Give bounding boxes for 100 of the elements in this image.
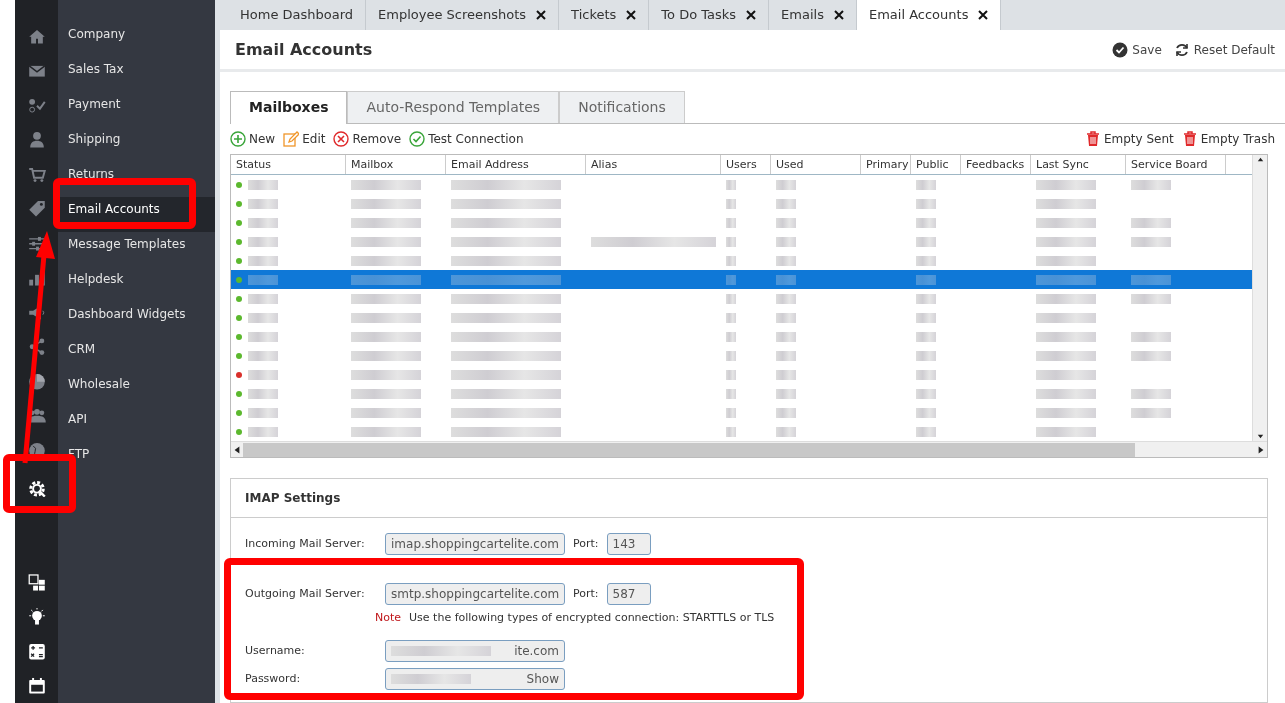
blurred-text xyxy=(248,293,278,304)
input-field[interactable]: 587 xyxy=(606,583,651,605)
blurred-text xyxy=(916,217,936,228)
blurred-text xyxy=(1036,274,1096,285)
sidebar-item[interactable]: Message Templates xyxy=(58,232,215,267)
blurred-text xyxy=(776,369,796,380)
sidebar-item[interactable]: Sales Tax xyxy=(58,57,215,92)
share-icon[interactable] xyxy=(27,338,46,356)
blurred-text xyxy=(351,236,421,247)
remove-button[interactable]: Remove xyxy=(333,130,402,148)
save-button[interactable]: Save xyxy=(1112,40,1162,59)
sliders-icon[interactable] xyxy=(27,234,46,252)
column-header[interactable]: Mailbox xyxy=(346,155,446,174)
column-header[interactable]: Feedbacks xyxy=(961,155,1031,174)
close-icon[interactable] xyxy=(626,10,637,20)
refresh-icon xyxy=(1173,41,1190,58)
column-header[interactable]: Service Board xyxy=(1126,155,1226,174)
column-header[interactable]: Last Sync xyxy=(1031,155,1126,174)
cart-icon[interactable] xyxy=(27,165,46,183)
blurred-text xyxy=(1036,407,1096,418)
tab[interactable]: Mailboxes xyxy=(230,91,348,124)
blurred-text xyxy=(351,312,421,323)
edit-button[interactable]: Edit xyxy=(283,130,326,148)
calendar-icon[interactable] xyxy=(27,677,46,695)
blurred-text xyxy=(776,274,796,285)
tab[interactable]: Auto-Respond Templates xyxy=(347,91,560,123)
blurred-text xyxy=(1131,236,1171,247)
blurred-text xyxy=(916,331,936,342)
blurred-text xyxy=(351,293,421,304)
column-header[interactable]: Status xyxy=(231,155,346,174)
input-field[interactable]: 143 xyxy=(606,533,651,555)
home-icon[interactable] xyxy=(27,27,46,45)
blurred-text xyxy=(1036,388,1096,399)
pie-chart-icon[interactable] xyxy=(27,372,46,390)
column-header[interactable]: Primary xyxy=(861,155,911,174)
person-icon[interactable] xyxy=(27,131,46,149)
column-header[interactable]: Used xyxy=(771,155,861,174)
close-icon[interactable] xyxy=(978,10,989,20)
blurred-text xyxy=(1131,293,1171,304)
blurred-text xyxy=(351,407,421,418)
blurred-text xyxy=(916,407,936,418)
windows-icon[interactable] xyxy=(27,573,46,591)
trash-icon xyxy=(1181,131,1198,147)
blurred-text xyxy=(916,236,936,247)
field-label: Outgoing Mail Server: xyxy=(245,586,366,602)
blurred-text xyxy=(916,198,936,209)
sidebar-item[interactable]: Shipping xyxy=(58,127,215,162)
calculator-icon[interactable] xyxy=(27,642,46,660)
sidebar-item[interactable]: Company xyxy=(58,22,215,57)
blurred-text xyxy=(351,369,421,380)
page-title: Email Accounts xyxy=(235,38,373,61)
column-header[interactable]: Email Address xyxy=(446,155,586,174)
blurred-text xyxy=(1131,388,1171,399)
column-header[interactable]: Public xyxy=(911,155,961,174)
tab[interactable]: Notifications xyxy=(559,91,685,123)
sidebar-item[interactable]: Returns xyxy=(58,162,215,197)
toolbar-button[interactable]: Empty Sent xyxy=(1084,130,1174,148)
blurred-text xyxy=(1131,350,1171,361)
tag-icon[interactable] xyxy=(27,200,46,218)
blurred-text xyxy=(351,331,421,342)
checklist-icon[interactable] xyxy=(27,96,46,114)
input-field[interactable]: smtp.shoppingcartelite.com xyxy=(385,583,565,605)
vertical-scrollbar[interactable] xyxy=(1252,155,1267,441)
settings-icon[interactable] xyxy=(27,479,46,497)
field-label: Username: xyxy=(245,643,306,659)
blurred-text xyxy=(1131,179,1171,190)
blurred-text xyxy=(916,255,936,266)
show-password-button[interactable]: Show xyxy=(526,670,559,688)
sidebar-item[interactable]: Wholesale xyxy=(58,372,215,407)
reset-default-button[interactable]: Reset Default xyxy=(1173,40,1275,59)
blurred-text xyxy=(248,217,278,228)
blurred-text xyxy=(726,255,736,266)
lightbulb-icon[interactable] xyxy=(27,608,46,626)
trash-icon xyxy=(1084,131,1101,147)
pencil-icon xyxy=(283,131,300,147)
toolbar-button[interactable]: Empty Trash xyxy=(1181,130,1275,148)
close-icon[interactable] xyxy=(746,10,757,20)
sidebar-item[interactable]: Helpdesk xyxy=(58,267,215,302)
new-button[interactable]: New xyxy=(230,130,276,148)
blurred-text xyxy=(726,331,736,342)
blurred-text xyxy=(916,293,936,304)
blurred-text xyxy=(726,350,736,361)
column-header[interactable]: Alias xyxy=(586,155,721,174)
blurred-text xyxy=(726,388,736,399)
horizontal-scrollbar[interactable] xyxy=(231,441,1267,457)
test-button[interactable]: Test Connection xyxy=(409,130,524,148)
sidebar-item[interactable]: API xyxy=(58,407,215,442)
close-icon[interactable] xyxy=(833,10,844,20)
tab[interactable]: Email Accounts xyxy=(856,0,1002,30)
sidebar-item[interactable]: Payment xyxy=(58,92,215,127)
field-label: Port: xyxy=(573,535,599,552)
input-field[interactable]: Show xyxy=(385,668,565,690)
blurred-text xyxy=(1036,179,1096,190)
sidebar-item[interactable]: Dashboard Widgets xyxy=(58,302,215,337)
sidebar-item[interactable]: CRM xyxy=(58,337,215,372)
field-label: Password: xyxy=(245,671,302,687)
input-field[interactable]: imap.shoppingcartelite.com xyxy=(385,533,565,555)
column-header[interactable]: Users xyxy=(721,155,771,174)
input-field[interactable]: ite.com xyxy=(385,640,565,662)
close-icon[interactable] xyxy=(536,10,547,20)
